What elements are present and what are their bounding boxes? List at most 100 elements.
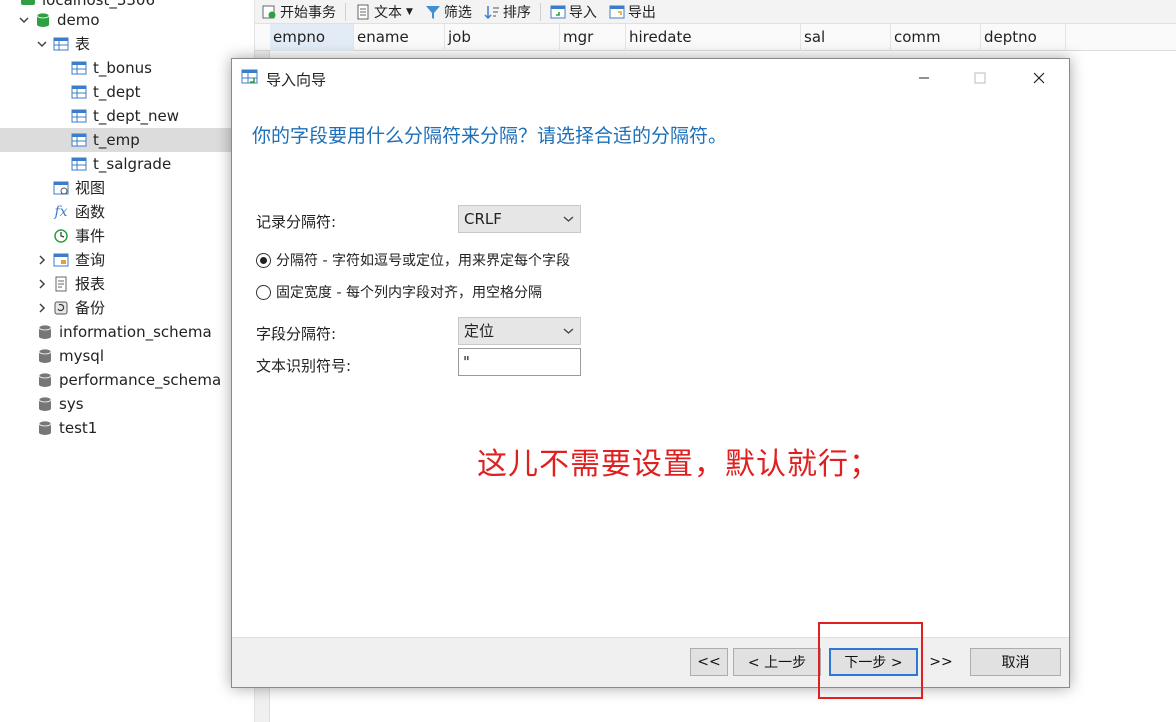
- grid-header: empno ename job mgr hiredate sal comm de…: [255, 24, 1176, 51]
- tree-backups[interactable]: 备份: [0, 296, 254, 320]
- tree-database-performance_schema[interactable]: performance_schema: [0, 368, 254, 392]
- export-icon: [609, 5, 625, 18]
- chevron-down-icon: [563, 328, 574, 334]
- record-delimiter-value: CRLF: [464, 210, 502, 228]
- chevron-right-icon[interactable]: [35, 301, 49, 315]
- import-button[interactable]: 导入: [544, 1, 603, 23]
- filter-button[interactable]: 筛选: [419, 1, 478, 23]
- dialog-titlebar[interactable]: 导入向导: [232, 59, 1069, 97]
- tree-database-demo[interactable]: demo: [0, 8, 254, 32]
- radio-button-unchecked[interactable]: [256, 284, 271, 300]
- filter-icon: [425, 5, 440, 19]
- chevron-down-icon[interactable]: [17, 13, 31, 27]
- database-icon: [37, 372, 53, 388]
- table-icon: [71, 156, 87, 172]
- tree-table-t_salgrade[interactable]: t_salgrade: [0, 152, 254, 176]
- tree-table-t_dept[interactable]: t_dept: [0, 80, 254, 104]
- maximize-icon: [974, 72, 986, 84]
- field-delimiter-value: 定位: [464, 322, 495, 340]
- table-group-icon: [53, 36, 69, 52]
- radio-button-checked[interactable]: [256, 252, 271, 268]
- chevron-down-icon: [563, 216, 574, 222]
- document-icon: [357, 4, 369, 19]
- column-header-comm[interactable]: comm: [891, 24, 981, 51]
- tree-database-test1[interactable]: test1: [0, 416, 254, 440]
- chevron-right-icon[interactable]: [35, 277, 49, 291]
- cancel-button[interactable]: 取消: [970, 648, 1061, 676]
- field-delimiter-label: 字段分隔符:: [256, 325, 337, 343]
- column-header-job[interactable]: job: [445, 24, 560, 51]
- first-step-button[interactable]: <<: [690, 648, 728, 676]
- minimize-button[interactable]: [901, 59, 947, 97]
- column-header-hiredate[interactable]: hiredate: [626, 24, 801, 51]
- chevron-right-icon[interactable]: [35, 253, 49, 267]
- radio-fixed-width-option[interactable]: 固定宽度 - 每个列内字段对齐，用空格分隔: [256, 282, 542, 302]
- backup-icon: [53, 300, 69, 316]
- table-icon: [71, 132, 87, 148]
- tree-database-mysql[interactable]: mysql: [0, 344, 254, 368]
- column-header-deptno[interactable]: deptno: [981, 24, 1066, 51]
- dialog-title: 导入向导: [266, 71, 327, 89]
- report-icon: [53, 276, 69, 292]
- tree-views[interactable]: 视图: [0, 176, 254, 200]
- import-wizard-dialog: 导入向导 你的字段要用什么分隔符来分隔？请选择合适的分隔符。 记录分隔符: CR…: [231, 58, 1070, 688]
- field-delimiter-select[interactable]: 定位: [458, 317, 581, 345]
- begin-transaction-button[interactable]: 开始事务: [255, 1, 342, 23]
- sort-icon: [484, 5, 499, 19]
- column-header-mgr[interactable]: mgr: [560, 24, 626, 51]
- radio-fixed-width-label: 固定宽度 - 每个列内字段对齐，用空格分隔: [276, 285, 542, 301]
- column-header-ename[interactable]: ename: [354, 24, 445, 51]
- connection-icon: [20, 0, 36, 8]
- maximize-button[interactable]: [957, 59, 1003, 97]
- view-icon: [53, 180, 69, 196]
- radio-delimited-option[interactable]: 分隔符 - 字符如逗号或定位，用来界定每个字段: [256, 250, 570, 270]
- database-icon: [37, 396, 53, 412]
- table-icon: [71, 84, 87, 100]
- dialog-footer: << < 上一步 下一步 > >> 取消: [232, 637, 1069, 687]
- close-button[interactable]: [1016, 59, 1062, 97]
- tree-tables-group[interactable]: 表: [0, 32, 254, 56]
- close-icon: [1033, 72, 1045, 84]
- table-icon: [71, 108, 87, 124]
- tree-database-information_schema[interactable]: information_schema: [0, 320, 254, 344]
- transaction-icon: [262, 5, 276, 18]
- function-icon: fx: [54, 204, 68, 220]
- navigation-tree: localhost_3306 demo 表 t_bonus t_dept t_d…: [0, 0, 255, 722]
- back-button[interactable]: < 上一步: [733, 648, 821, 676]
- red-annotation-note: 这儿不需要设置，默认就行；: [477, 447, 880, 482]
- tree-reports[interactable]: 报表: [0, 272, 254, 296]
- text-qualifier-label: 文本识别符号:: [256, 357, 352, 375]
- tree-table-t_dept_new[interactable]: t_dept_new: [0, 104, 254, 128]
- wizard-heading: 你的字段要用什么分隔符来分隔？请选择合适的分隔符。: [252, 125, 728, 147]
- record-delimiter-select[interactable]: CRLF: [458, 205, 581, 233]
- tree-queries[interactable]: 查询: [0, 248, 254, 272]
- database-icon: [37, 348, 53, 364]
- table-icon: [71, 60, 87, 76]
- record-delimiter-label: 记录分隔符:: [256, 213, 337, 231]
- toolbar-separator: [345, 2, 346, 21]
- minimize-icon: [919, 77, 929, 79]
- database-icon: [35, 12, 51, 28]
- tree-table-t_emp[interactable]: t_emp: [0, 128, 232, 152]
- clock-icon: [53, 228, 69, 244]
- text-qualifier-input[interactable]: ": [458, 348, 581, 376]
- text-view-button[interactable]: 文本 ▼: [349, 1, 419, 23]
- tree-events[interactable]: 事件: [0, 224, 254, 248]
- column-header-sal[interactable]: sal: [801, 24, 891, 51]
- tree-database-sys[interactable]: sys: [0, 392, 254, 416]
- tree-functions[interactable]: fx 函数: [0, 200, 254, 224]
- import-wizard-icon: [241, 68, 259, 90]
- export-button[interactable]: 导出: [603, 1, 662, 23]
- sort-button[interactable]: 排序: [478, 1, 537, 23]
- table-toolbar: 开始事务 文本 ▼ 筛选 排序 导入 导出: [255, 0, 1176, 24]
- radio-delimited-label: 分隔符 - 字符如逗号或定位，用来界定每个字段: [276, 253, 570, 269]
- tree-table-t_bonus[interactable]: t_bonus: [0, 56, 254, 80]
- chevron-down-icon[interactable]: [35, 37, 49, 51]
- toolbar-separator: [539, 2, 541, 21]
- column-header-empno[interactable]: empno: [270, 24, 354, 51]
- import-icon: [550, 5, 566, 18]
- database-icon: [37, 420, 53, 436]
- last-step-button[interactable]: >>: [922, 648, 960, 676]
- dropdown-caret-icon: ▼: [406, 6, 413, 17]
- database-icon: [37, 324, 53, 340]
